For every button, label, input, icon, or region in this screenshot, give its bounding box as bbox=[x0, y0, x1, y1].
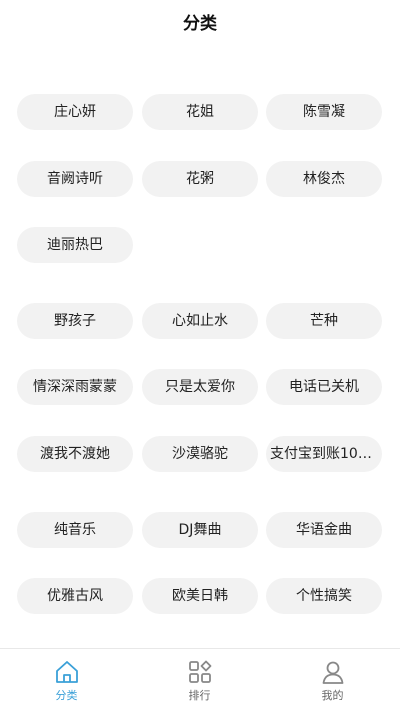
tab-category[interactable]: 分类 bbox=[0, 649, 133, 711]
category-chip[interactable]: 芒种 bbox=[266, 303, 382, 339]
category-chip[interactable]: 音阙诗听 bbox=[17, 161, 133, 197]
category-chip[interactable]: 花姐 bbox=[142, 94, 258, 130]
category-chip[interactable]: 渡我不渡她 bbox=[17, 436, 133, 472]
tab-label: 我的 bbox=[321, 689, 344, 702]
tab-mine[interactable]: 我的 bbox=[266, 649, 399, 711]
category-chip[interactable]: 野孩子 bbox=[17, 303, 133, 339]
category-chip[interactable]: 优雅古风 bbox=[17, 578, 133, 614]
user-icon bbox=[322, 661, 343, 684]
category-chip[interactable]: 情深深雨蒙蒙 bbox=[17, 369, 133, 405]
category-chip[interactable]: 心如止水 bbox=[142, 303, 258, 339]
category-chip[interactable]: 只是太爱你 bbox=[142, 369, 258, 405]
category-chip[interactable]: 欧美日韩 bbox=[142, 578, 258, 614]
category-page: 分类 庄心妍 花姐 陈雪凝 音阙诗听 花粥 林俊杰 迪丽热巴 野孩子 心如止水 … bbox=[0, 0, 400, 711]
category-chip[interactable]: 华语金曲 bbox=[266, 512, 382, 548]
category-chip[interactable]: 电话已关机 bbox=[266, 369, 382, 405]
tab-label: 排行 bbox=[188, 689, 211, 702]
category-chip[interactable]: 个性搞笑 bbox=[266, 578, 382, 614]
tab-ranking[interactable]: 排行 bbox=[133, 649, 266, 711]
category-chip[interactable]: 纯音乐 bbox=[17, 512, 133, 548]
bottom-tab-bar: 分类 排行 我的 bbox=[0, 648, 400, 711]
category-chip[interactable]: 陈雪凝 bbox=[266, 94, 382, 130]
category-chip[interactable]: 沙漠骆驼 bbox=[142, 436, 258, 472]
page-title: 分类 bbox=[183, 14, 217, 34]
category-chip[interactable]: 花粥 bbox=[142, 161, 258, 197]
category-chip[interactable]: 庄心妍 bbox=[17, 94, 133, 130]
category-chip[interactable]: 支付宝到账10万元 bbox=[266, 436, 382, 472]
grid-icon bbox=[188, 660, 211, 683]
home-icon bbox=[55, 661, 78, 683]
category-chip[interactable]: 林俊杰 bbox=[266, 161, 382, 197]
category-chip[interactable]: DJ舞曲 bbox=[142, 512, 258, 548]
category-chip[interactable]: 迪丽热巴 bbox=[17, 227, 133, 263]
tab-label: 分类 bbox=[55, 689, 78, 702]
